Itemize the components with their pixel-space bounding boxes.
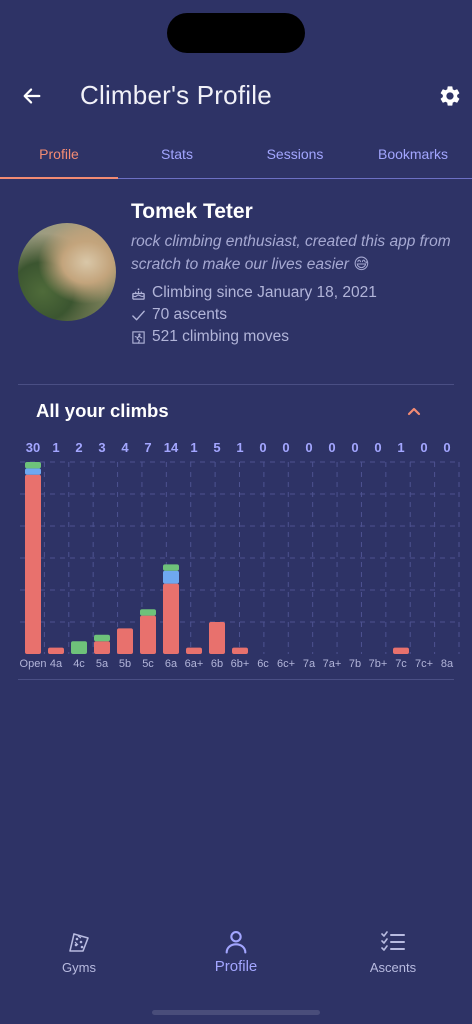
category-label: 7c	[395, 658, 407, 670]
category-label: 7a+	[323, 658, 342, 670]
category-label: 6c+	[277, 658, 295, 670]
nav-ascents-label: Ascents	[369, 960, 417, 975]
section-divider-bottom	[18, 679, 454, 680]
category-label: 6a	[165, 658, 178, 670]
bottom-navigation: Gyms Profile Ascents	[0, 920, 472, 990]
tab-sessions[interactable]: Sessions	[236, 133, 354, 178]
settings-button[interactable]	[434, 80, 466, 112]
bar-total-label: 2	[75, 440, 82, 455]
bar-segment[interactable]	[25, 474, 41, 654]
bar-total-label: 7	[144, 440, 151, 455]
category-label: 7c+	[415, 658, 433, 670]
bar-segment[interactable]	[209, 622, 225, 654]
bar-total-label: 5	[213, 440, 220, 455]
bar-segment[interactable]	[140, 609, 156, 616]
bar-total-label: 0	[282, 440, 289, 455]
profile-bio: rock climbing enthusiast, created this a…	[131, 233, 451, 273]
bar-total-label: 0	[351, 440, 358, 455]
camera-notch	[167, 13, 305, 53]
app-bar: Climber's Profile	[0, 70, 472, 122]
avatar[interactable]	[18, 223, 116, 321]
bar-segment[interactable]	[48, 647, 64, 654]
tab-bar: Profile Stats Sessions Bookmarks	[0, 133, 472, 179]
gear-icon	[440, 86, 460, 106]
section-title: All your climbs	[36, 400, 169, 421]
profile-name: Tomek Teter	[131, 200, 253, 223]
bar-segment[interactable]	[232, 647, 248, 654]
ascents-text: 70 ascents	[152, 306, 227, 323]
bar-segment[interactable]	[186, 647, 202, 654]
bar-total-label: 1	[52, 440, 59, 455]
category-label: 4a	[50, 658, 63, 670]
section-divider-top	[18, 384, 454, 385]
check-icon	[131, 308, 146, 323]
person-icon	[225, 931, 247, 954]
bar-total-label: 0	[443, 440, 450, 455]
bar-segment[interactable]	[163, 570, 179, 584]
ascents-row: 70 ascents	[131, 306, 227, 324]
bar-segment[interactable]	[393, 647, 409, 654]
cake-icon	[131, 286, 146, 301]
bar-total-label: 0	[305, 440, 312, 455]
bar-total-label: 30	[26, 440, 40, 455]
bar-segment[interactable]	[71, 641, 87, 654]
category-label: 6b+	[231, 658, 250, 670]
moves-row: 521 climbing moves	[131, 328, 289, 346]
nav-ascents[interactable]: Ascents	[343, 930, 443, 975]
category-label: 7a	[303, 658, 316, 670]
bar-segment[interactable]	[163, 583, 179, 654]
chevron-up-icon	[407, 407, 421, 416]
climbing-wall-icon	[69, 933, 89, 952]
bar-total-label: 0	[328, 440, 335, 455]
category-label: 7b	[349, 658, 361, 670]
bar-total-label: 4	[121, 440, 129, 455]
bar-segment[interactable]	[140, 615, 156, 654]
category-label: 7b+	[369, 658, 388, 670]
bar-segment[interactable]	[25, 462, 41, 469]
checklist-icon	[381, 931, 405, 951]
bar-total-label: 0	[420, 440, 427, 455]
page-title: Climber's Profile	[80, 80, 272, 110]
bar-segment[interactable]	[163, 564, 179, 571]
collapse-button[interactable]	[404, 401, 424, 421]
category-label: 6c	[257, 658, 269, 670]
tab-profile[interactable]: Profile	[0, 133, 118, 179]
climber-icon	[131, 330, 146, 345]
bar-total-label: 14	[164, 440, 179, 455]
nav-gyms-label: Gyms	[62, 960, 96, 975]
climbing-since-row: Climbing since January 18, 2021	[131, 284, 377, 302]
nav-gyms[interactable]: Gyms	[29, 930, 129, 975]
bar-total-label: 1	[236, 440, 243, 455]
category-label: Open	[20, 658, 47, 670]
bar-total-label: 1	[397, 440, 404, 455]
category-label: 5a	[96, 658, 109, 670]
bar-total-label: 0	[259, 440, 266, 455]
category-label: 4c	[73, 658, 85, 670]
category-label: 8a	[441, 658, 454, 670]
back-button[interactable]	[16, 80, 48, 112]
bar-segment[interactable]	[117, 628, 133, 654]
category-label: 5b	[119, 658, 131, 670]
category-label: 6a+	[185, 658, 204, 670]
climbs-grade-chart: 30 Open 1 4a 2 4c 3 5a 4 5b 7 5c 14 6a 1 6a+ 5 6b 1 6b+ 0 6c 0…	[20, 440, 460, 670]
bar-segment[interactable]	[94, 634, 110, 642]
moves-text: 521 climbing moves	[152, 328, 289, 345]
bar-segment[interactable]	[25, 468, 41, 475]
category-label: 6b	[211, 658, 223, 670]
bar-total-label: 3	[98, 440, 105, 455]
chart-grid	[20, 461, 460, 654]
bar-total-label: 0	[374, 440, 381, 455]
nav-profile-label: Profile	[214, 958, 258, 975]
climbing-since-text: Climbing since January 18, 2021	[152, 284, 377, 301]
arrow-left-icon	[23, 88, 41, 104]
category-label: 5c	[142, 658, 154, 670]
nav-profile[interactable]: Profile	[186, 928, 286, 975]
tab-bookmarks[interactable]: Bookmarks	[354, 133, 472, 178]
bar-total-label: 1	[190, 440, 197, 455]
bar-segment[interactable]	[94, 641, 110, 654]
home-indicator	[152, 1010, 320, 1015]
tab-stats[interactable]: Stats	[118, 133, 236, 178]
